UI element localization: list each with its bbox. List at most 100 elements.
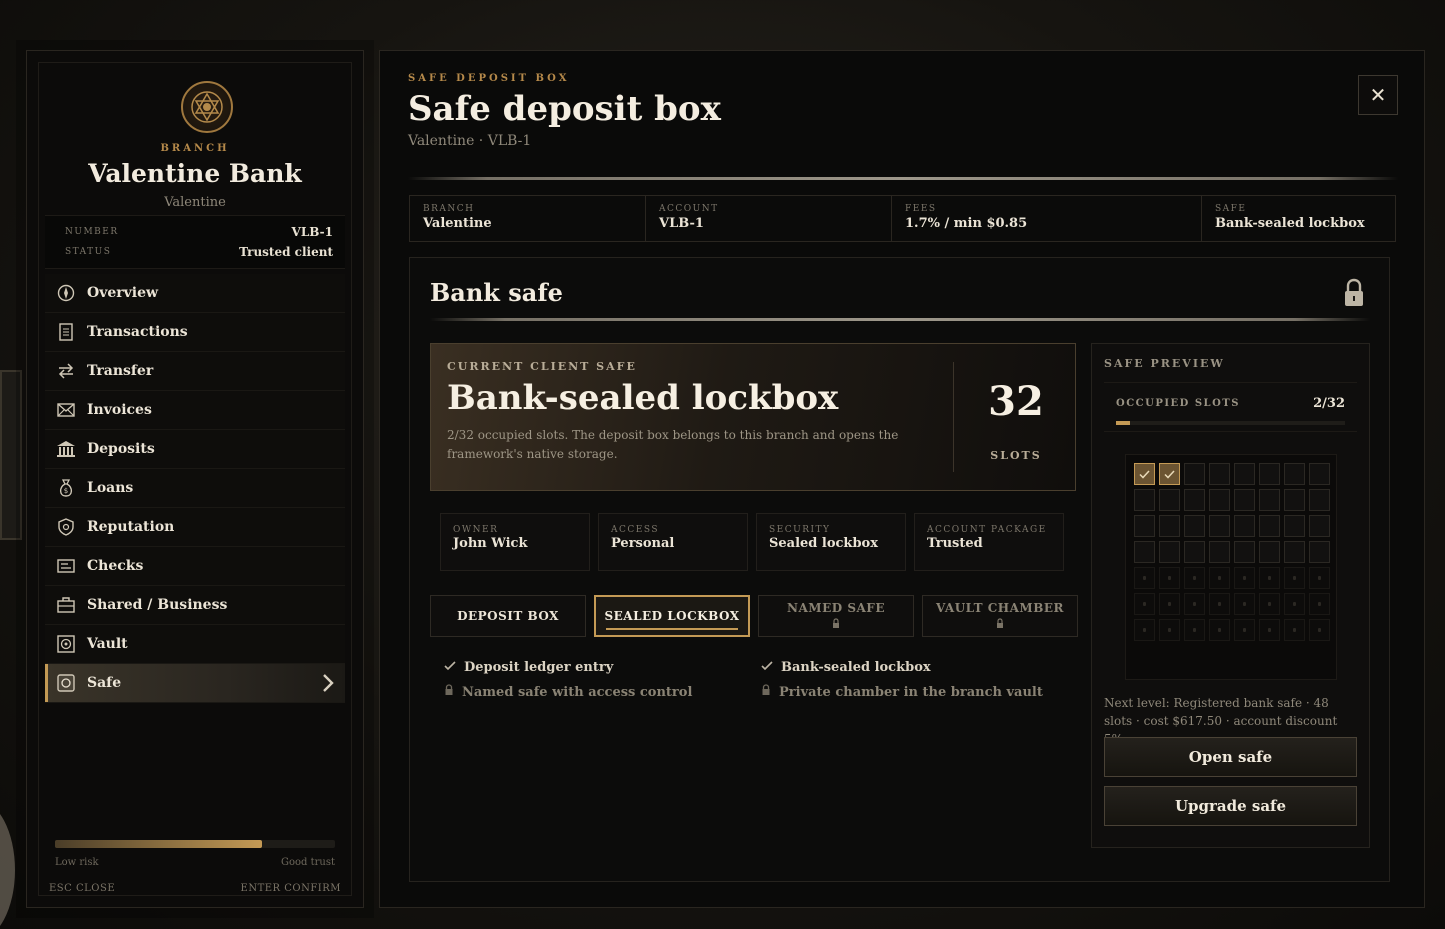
occupied-bar-fill bbox=[1116, 421, 1131, 425]
fact-key: SAFE bbox=[1215, 204, 1247, 214]
empty-slot[interactable] bbox=[1209, 515, 1230, 537]
empty-slot[interactable] bbox=[1309, 463, 1330, 485]
info-key: STATUS bbox=[65, 247, 112, 257]
tier-sealed-lockbox[interactable]: SEALED LOCKBOX bbox=[594, 595, 750, 637]
open-safe-button[interactable]: Open safe bbox=[1104, 737, 1357, 777]
locked-slot bbox=[1309, 567, 1330, 589]
fact-key: BRANCH bbox=[423, 204, 475, 214]
nav-item-reputation[interactable]: Reputation bbox=[45, 508, 345, 547]
enter-confirm-hint[interactable]: ENTER CONFIRM bbox=[241, 883, 341, 894]
locked-slot bbox=[1134, 567, 1155, 589]
locked-slot bbox=[1284, 567, 1305, 589]
safe-meta-row: OWNER John Wick ACCESS Personal SECURITY… bbox=[440, 513, 1064, 571]
locked-slot bbox=[1259, 567, 1280, 589]
occupied-slots: OCCUPIED SLOTS 2/32 bbox=[1104, 382, 1357, 432]
meta-value: John Wick bbox=[453, 536, 528, 551]
empty-slot[interactable] bbox=[1284, 515, 1305, 537]
empty-slot[interactable] bbox=[1209, 541, 1230, 563]
preview-title: SAFE PREVIEW bbox=[1104, 357, 1225, 370]
bank-sidebar: BRANCH Valentine Bank Valentine NUMBER V… bbox=[26, 50, 364, 908]
low-risk-label: Low risk bbox=[55, 857, 99, 868]
empty-slot[interactable] bbox=[1259, 489, 1280, 511]
slot-grid bbox=[1125, 454, 1337, 680]
empty-slot[interactable] bbox=[1309, 541, 1330, 563]
sidebar-footer: ESC CLOSE ENTER CONFIRM bbox=[49, 883, 341, 894]
empty-slot[interactable] bbox=[1159, 489, 1180, 511]
nav-item-vault[interactable]: Vault bbox=[45, 625, 345, 664]
small-lock-icon bbox=[761, 684, 771, 700]
nav-item-safe[interactable]: Safe bbox=[45, 664, 345, 703]
current-safe-eyebrow: CURRENT CLIENT SAFE bbox=[447, 360, 637, 373]
empty-slot[interactable] bbox=[1284, 541, 1305, 563]
nav-item-transactions[interactable]: Transactions bbox=[45, 313, 345, 352]
empty-slot[interactable] bbox=[1234, 489, 1255, 511]
good-trust-label: Good trust bbox=[281, 857, 335, 868]
empty-slot[interactable] bbox=[1234, 541, 1255, 563]
panel-divider bbox=[430, 318, 1370, 321]
locked-slot bbox=[1234, 593, 1255, 615]
empty-slot[interactable] bbox=[1184, 463, 1205, 485]
tier-label: VAULT CHAMBER bbox=[936, 600, 1064, 615]
nav-item-invoices[interactable]: Invoices bbox=[45, 391, 345, 430]
empty-slot[interactable] bbox=[1134, 541, 1155, 563]
nav-item-deposits[interactable]: Deposits bbox=[45, 430, 345, 469]
occupied-bar bbox=[1116, 421, 1345, 425]
meta-security: SECURITY Sealed lockbox bbox=[756, 513, 906, 571]
slot-count-label: SLOTS bbox=[990, 449, 1042, 462]
tier-deposit-box[interactable]: DEPOSIT BOX bbox=[430, 595, 586, 637]
empty-slot[interactable] bbox=[1184, 541, 1205, 563]
empty-slot[interactable] bbox=[1159, 515, 1180, 537]
empty-slot[interactable] bbox=[1184, 489, 1205, 511]
sidebar-inner: BRANCH Valentine Bank Valentine NUMBER V… bbox=[38, 62, 352, 896]
empty-slot[interactable] bbox=[1259, 515, 1280, 537]
empty-slot[interactable] bbox=[1234, 463, 1255, 485]
small-lock-icon bbox=[832, 615, 840, 632]
empty-slot[interactable] bbox=[1259, 463, 1280, 485]
nav-item-shared-business[interactable]: Shared / Business bbox=[45, 586, 345, 625]
empty-slot[interactable] bbox=[1184, 515, 1205, 537]
svg-text:$: $ bbox=[64, 487, 68, 495]
nav-item-checks[interactable]: Checks bbox=[45, 547, 345, 586]
locked-slot bbox=[1234, 619, 1255, 641]
account-info: NUMBER VLB-1 STATUS Trusted client bbox=[45, 215, 345, 269]
empty-slot[interactable] bbox=[1284, 489, 1305, 511]
esc-close-hint[interactable]: ESC CLOSE bbox=[49, 883, 115, 894]
empty-slot[interactable] bbox=[1309, 515, 1330, 537]
fact-value: VLB-1 bbox=[659, 216, 704, 231]
empty-slot[interactable] bbox=[1134, 515, 1155, 537]
info-value: Trusted client bbox=[239, 245, 333, 259]
fact-value: Bank-sealed lockbox bbox=[1215, 216, 1365, 231]
empty-slot[interactable] bbox=[1259, 541, 1280, 563]
slot-grid-cells bbox=[1134, 463, 1330, 641]
document-icon bbox=[55, 321, 77, 343]
feature-item: Private chamber in the branch vault bbox=[761, 684, 1043, 700]
nav-item-overview[interactable]: Overview bbox=[45, 274, 345, 313]
upgrade-safe-button[interactable]: Upgrade safe bbox=[1104, 786, 1357, 826]
background-coin bbox=[0, 800, 15, 929]
occupied-slot[interactable] bbox=[1159, 463, 1180, 485]
fact-key: FEES bbox=[905, 204, 937, 214]
current-safe-description: 2/32 occupied slots. The deposit box bel… bbox=[447, 428, 899, 461]
occupied-slot[interactable] bbox=[1134, 463, 1155, 485]
checkmark-icon bbox=[761, 660, 773, 675]
nav-item-transfer[interactable]: Transfer bbox=[45, 352, 345, 391]
empty-slot[interactable] bbox=[1234, 515, 1255, 537]
tier-named-safe[interactable]: NAMED SAFE bbox=[758, 595, 914, 637]
meta-access: ACCESS Personal bbox=[598, 513, 748, 571]
fact-branch: BRANCH Valentine bbox=[410, 196, 646, 241]
nav-item-loans[interactable]: $ Loans bbox=[45, 469, 345, 508]
empty-slot[interactable] bbox=[1209, 463, 1230, 485]
locked-slot bbox=[1284, 593, 1305, 615]
empty-slot[interactable] bbox=[1309, 489, 1330, 511]
empty-slot[interactable] bbox=[1159, 541, 1180, 563]
nav-label: Safe bbox=[87, 675, 122, 691]
empty-slot[interactable] bbox=[1209, 489, 1230, 511]
tier-vault-chamber[interactable]: VAULT CHAMBER bbox=[922, 595, 1078, 637]
empty-slot[interactable] bbox=[1284, 463, 1305, 485]
locked-slot bbox=[1159, 567, 1180, 589]
nav-label: Invoices bbox=[87, 402, 152, 418]
close-button[interactable]: ✕ bbox=[1358, 75, 1398, 115]
empty-slot[interactable] bbox=[1134, 489, 1155, 511]
slot-count: 32 bbox=[988, 378, 1044, 425]
bank-city: Valentine bbox=[164, 195, 226, 210]
